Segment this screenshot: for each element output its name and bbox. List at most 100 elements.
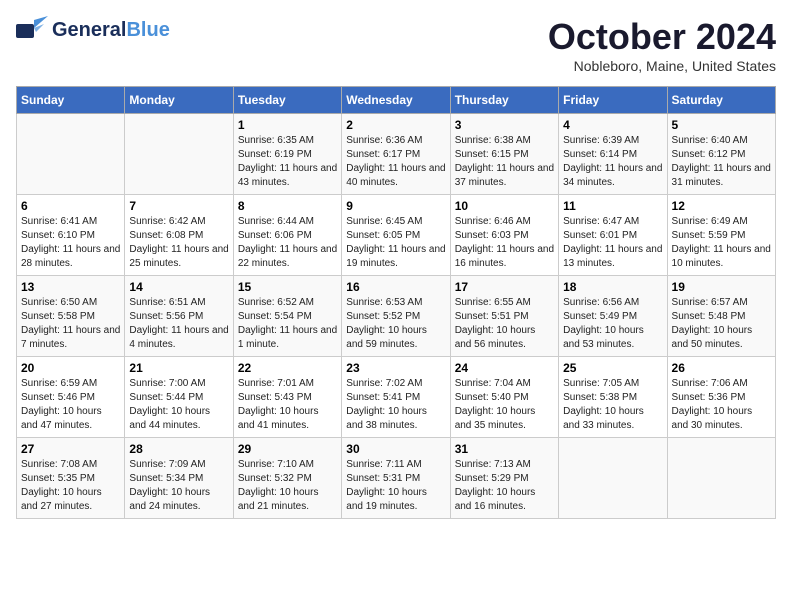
day-info: Sunrise: 7:08 AM Sunset: 5:35 PM Dayligh… (21, 458, 120, 514)
calendar-week-row: 6 Sunrise: 6:41 AM Sunset: 6:10 PM Daylig… (17, 195, 776, 276)
calendar-table: SundayMondayTuesdayWednesdayThursdayFrid… (16, 86, 776, 519)
day-number: 4 (563, 118, 662, 132)
calendar-cell: 13 Sunrise: 6:50 AM Sunset: 5:58 PM Dayli… (17, 276, 125, 357)
calendar-cell: 26 Sunrise: 7:06 AM Sunset: 5:36 PM Dayli… (667, 357, 775, 438)
day-number: 1 (238, 118, 337, 132)
day-info: Sunrise: 6:40 AM Sunset: 6:12 PM Dayligh… (672, 134, 771, 190)
day-number: 24 (455, 361, 554, 375)
weekday-header: Thursday (450, 87, 558, 114)
day-number: 25 (563, 361, 662, 375)
day-info: Sunrise: 7:02 AM Sunset: 5:41 PM Dayligh… (346, 377, 445, 433)
weekday-header: Monday (125, 87, 233, 114)
day-info: Sunrise: 7:04 AM Sunset: 5:40 PM Dayligh… (455, 377, 554, 433)
calendar-cell: 3Sunrise: 6:38 AM Sunset: 6:15 PM Daylig… (450, 114, 558, 195)
day-info: Sunrise: 6:59 AM Sunset: 5:46 PM Dayligh… (21, 377, 120, 433)
logo-text: GeneralBlue (52, 19, 170, 42)
logo-icon (16, 16, 48, 44)
calendar-cell: 19 Sunrise: 6:57 AM Sunset: 5:48 PM Dayli… (667, 276, 775, 357)
day-number: 13 (21, 280, 120, 294)
day-number: 20 (21, 361, 120, 375)
calendar-cell: 16Sunrise: 6:53 AM Sunset: 5:52 PM Dayli… (342, 276, 450, 357)
day-info: Sunrise: 6:47 AM Sunset: 6:01 PM Dayligh… (563, 215, 662, 271)
day-info: Sunrise: 6:53 AM Sunset: 5:52 PM Dayligh… (346, 296, 445, 352)
calendar-cell: 1 Sunrise: 6:35 AM Sunset: 6:19 PM Daylig… (233, 114, 341, 195)
calendar-week-row: 1 Sunrise: 6:35 AM Sunset: 6:19 PM Daylig… (17, 114, 776, 195)
calendar-cell: 28 Sunrise: 7:09 AM Sunset: 5:34 PM Dayli… (125, 438, 233, 519)
day-number: 15 (238, 280, 337, 294)
day-info: Sunrise: 6:57 AM Sunset: 5:48 PM Dayligh… (672, 296, 771, 352)
location: Nobleboro, Maine, United States (548, 58, 776, 74)
calendar-cell (667, 438, 775, 519)
day-number: 7 (129, 199, 228, 213)
calendar-cell: 21 Sunrise: 7:00 AM Sunset: 5:44 PM Dayli… (125, 357, 233, 438)
day-info: Sunrise: 7:10 AM Sunset: 5:32 PM Dayligh… (238, 458, 337, 514)
day-info: Sunrise: 7:11 AM Sunset: 5:31 PM Dayligh… (346, 458, 445, 514)
calendar-cell: 8 Sunrise: 6:44 AM Sunset: 6:06 PM Daylig… (233, 195, 341, 276)
calendar-header-row: SundayMondayTuesdayWednesdayThursdayFrid… (17, 87, 776, 114)
calendar-cell: 5 Sunrise: 6:40 AM Sunset: 6:12 PM Daylig… (667, 114, 775, 195)
calendar-cell (125, 114, 233, 195)
calendar-cell: 4 Sunrise: 6:39 AM Sunset: 6:14 PM Daylig… (559, 114, 667, 195)
day-number: 12 (672, 199, 771, 213)
day-info: Sunrise: 6:39 AM Sunset: 6:14 PM Dayligh… (563, 134, 662, 190)
day-number: 26 (672, 361, 771, 375)
day-info: Sunrise: 7:09 AM Sunset: 5:34 PM Dayligh… (129, 458, 228, 514)
day-info: Sunrise: 7:01 AM Sunset: 5:43 PM Dayligh… (238, 377, 337, 433)
calendar-cell: 11 Sunrise: 6:47 AM Sunset: 6:01 PM Dayli… (559, 195, 667, 276)
month-title: October 2024 (548, 16, 776, 58)
day-number: 27 (21, 442, 120, 456)
calendar-week-row: 20 Sunrise: 6:59 AM Sunset: 5:46 PM Dayli… (17, 357, 776, 438)
calendar-cell: 9 Sunrise: 6:45 AM Sunset: 6:05 PM Daylig… (342, 195, 450, 276)
day-number: 8 (238, 199, 337, 213)
day-number: 29 (238, 442, 337, 456)
calendar-week-row: 27 Sunrise: 7:08 AM Sunset: 5:35 PM Dayli… (17, 438, 776, 519)
day-info: Sunrise: 6:50 AM Sunset: 5:58 PM Dayligh… (21, 296, 120, 352)
day-info: Sunrise: 6:46 AM Sunset: 6:03 PM Dayligh… (455, 215, 554, 271)
calendar-cell: 29 Sunrise: 7:10 AM Sunset: 5:32 PM Dayli… (233, 438, 341, 519)
day-info: Sunrise: 6:42 AM Sunset: 6:08 PM Dayligh… (129, 215, 228, 271)
calendar-cell: 23Sunrise: 7:02 AM Sunset: 5:41 PM Dayli… (342, 357, 450, 438)
day-number: 9 (346, 199, 445, 213)
calendar-cell: 17Sunrise: 6:55 AM Sunset: 5:51 PM Dayli… (450, 276, 558, 357)
calendar-cell: 31 Sunrise: 7:13 AM Sunset: 5:29 PM Dayli… (450, 438, 558, 519)
calendar-cell: 6 Sunrise: 6:41 AM Sunset: 6:10 PM Daylig… (17, 195, 125, 276)
calendar-cell: 22 Sunrise: 7:01 AM Sunset: 5:43 PM Dayli… (233, 357, 341, 438)
day-info: Sunrise: 7:05 AM Sunset: 5:38 PM Dayligh… (563, 377, 662, 433)
day-info: Sunrise: 7:06 AM Sunset: 5:36 PM Dayligh… (672, 377, 771, 433)
calendar-cell: 25 Sunrise: 7:05 AM Sunset: 5:38 PM Dayli… (559, 357, 667, 438)
day-info: Sunrise: 6:52 AM Sunset: 5:54 PM Dayligh… (238, 296, 337, 352)
day-number: 2 (346, 118, 445, 132)
day-number: 28 (129, 442, 228, 456)
day-info: Sunrise: 6:41 AM Sunset: 6:10 PM Dayligh… (21, 215, 120, 271)
weekday-header: Saturday (667, 87, 775, 114)
day-info: Sunrise: 7:13 AM Sunset: 5:29 PM Dayligh… (455, 458, 554, 514)
calendar-cell: 2Sunrise: 6:36 AM Sunset: 6:17 PM Daylig… (342, 114, 450, 195)
day-number: 18 (563, 280, 662, 294)
calendar-cell (559, 438, 667, 519)
day-info: Sunrise: 6:35 AM Sunset: 6:19 PM Dayligh… (238, 134, 337, 190)
day-number: 17 (455, 280, 554, 294)
day-info: Sunrise: 6:44 AM Sunset: 6:06 PM Dayligh… (238, 215, 337, 271)
day-number: 22 (238, 361, 337, 375)
day-number: 19 (672, 280, 771, 294)
calendar-cell (17, 114, 125, 195)
calendar-cell: 7 Sunrise: 6:42 AM Sunset: 6:08 PM Daylig… (125, 195, 233, 276)
calendar-cell: 15 Sunrise: 6:52 AM Sunset: 5:54 PM Dayli… (233, 276, 341, 357)
day-number: 5 (672, 118, 771, 132)
day-number: 31 (455, 442, 554, 456)
day-number: 11 (563, 199, 662, 213)
day-info: Sunrise: 7:00 AM Sunset: 5:44 PM Dayligh… (129, 377, 228, 433)
page-header: GeneralBlue October 2024 Nobleboro, Main… (16, 16, 776, 74)
day-info: Sunrise: 6:51 AM Sunset: 5:56 PM Dayligh… (129, 296, 228, 352)
calendar-cell: 27 Sunrise: 7:08 AM Sunset: 5:35 PM Dayli… (17, 438, 125, 519)
day-info: Sunrise: 6:45 AM Sunset: 6:05 PM Dayligh… (346, 215, 445, 271)
calendar-cell: 18Sunrise: 6:56 AM Sunset: 5:49 PM Dayli… (559, 276, 667, 357)
day-number: 21 (129, 361, 228, 375)
day-info: Sunrise: 6:38 AM Sunset: 6:15 PM Dayligh… (455, 134, 554, 190)
weekday-header: Friday (559, 87, 667, 114)
calendar-cell: 30Sunrise: 7:11 AM Sunset: 5:31 PM Dayli… (342, 438, 450, 519)
calendar-cell: 14Sunrise: 6:51 AM Sunset: 5:56 PM Dayli… (125, 276, 233, 357)
day-number: 6 (21, 199, 120, 213)
weekday-header: Tuesday (233, 87, 341, 114)
calendar-week-row: 13 Sunrise: 6:50 AM Sunset: 5:58 PM Dayli… (17, 276, 776, 357)
